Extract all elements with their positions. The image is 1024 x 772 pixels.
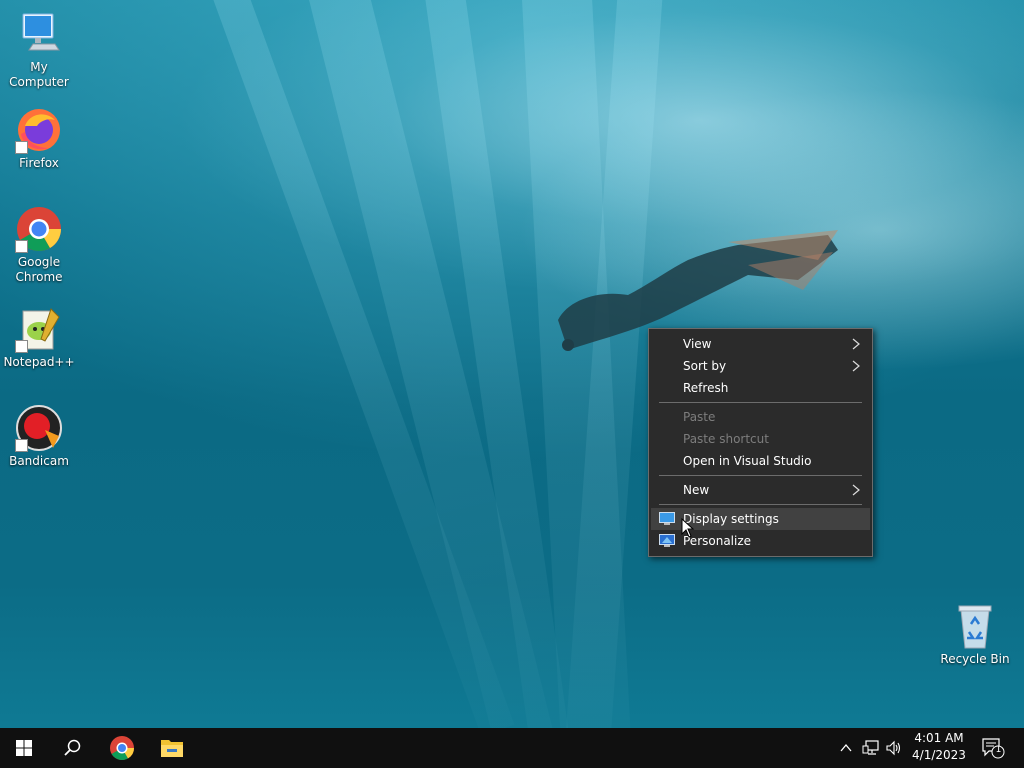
menu-item-sort-by[interactable]: Sort by bbox=[651, 355, 870, 377]
bandicam-icon bbox=[15, 404, 63, 452]
shortcut-arrow-icon bbox=[15, 141, 28, 154]
menu-item-new[interactable]: New bbox=[651, 479, 870, 501]
taskbar: 4:01 AM 4/1/2023 1 bbox=[0, 728, 1024, 768]
firefox-icon bbox=[15, 106, 63, 154]
start-button[interactable] bbox=[0, 728, 48, 768]
menu-item-paste: Paste bbox=[651, 406, 870, 428]
menu-item-open-in-visual-studio[interactable]: Open in Visual Studio bbox=[651, 450, 870, 472]
file-explorer-icon bbox=[161, 740, 183, 757]
mouse-cursor-icon bbox=[681, 518, 695, 538]
desktop-icon-my-computer[interactable]: My Computer bbox=[0, 10, 78, 90]
network-icon[interactable] bbox=[862, 739, 880, 757]
desktop-icon-bandicam[interactable]: Bandicam bbox=[0, 404, 78, 469]
chrome-icon bbox=[110, 736, 134, 761]
menu-separator bbox=[659, 475, 862, 476]
desktop-icon-label: My Computer bbox=[9, 60, 69, 89]
menu-item-label: Paste bbox=[683, 410, 716, 424]
desktop-icon-label: Recycle Bin bbox=[940, 652, 1010, 666]
menu-item-label: Paste shortcut bbox=[683, 432, 769, 446]
desktop-icon-notepadpp[interactable]: Notepad++ bbox=[0, 305, 78, 370]
desktop-icon-recycle-bin[interactable]: Recycle Bin bbox=[936, 602, 1014, 667]
notepadpp-icon bbox=[15, 305, 63, 353]
clock-date: 4/1/2023 bbox=[912, 748, 966, 762]
shortcut-arrow-icon bbox=[15, 240, 28, 253]
menu-item-label: View bbox=[683, 337, 712, 351]
menu-item-label: Display settings bbox=[683, 512, 779, 526]
shortcut-arrow-icon bbox=[15, 340, 28, 353]
menu-item-paste-shortcut: Paste shortcut bbox=[651, 428, 870, 450]
menu-item-refresh[interactable]: Refresh bbox=[651, 377, 870, 399]
personalize-icon bbox=[659, 534, 675, 547]
shortcut-arrow-icon bbox=[15, 439, 28, 452]
action-center-button[interactable]: 1 bbox=[980, 736, 1006, 760]
computer-icon bbox=[15, 10, 63, 58]
menu-item-label: New bbox=[683, 483, 710, 497]
menu-separator bbox=[659, 402, 862, 403]
start-icon bbox=[16, 740, 32, 756]
chrome-icon bbox=[15, 205, 63, 253]
clock[interactable]: 4:01 AM 4/1/2023 bbox=[908, 730, 970, 764]
chevron-right-icon bbox=[852, 360, 860, 372]
chevron-right-icon bbox=[852, 484, 860, 496]
chevron-right-icon bbox=[852, 338, 860, 350]
desktop-icon-label: Bandicam bbox=[9, 454, 69, 468]
desktop-icon-firefox[interactable]: Firefox bbox=[0, 106, 78, 171]
menu-separator bbox=[659, 504, 862, 505]
volume-icon[interactable] bbox=[885, 739, 903, 757]
desktop-background[interactable]: My Computer Firefox Google Chrome Notepa… bbox=[0, 0, 1024, 728]
taskbar-file-explorer-button[interactable] bbox=[148, 728, 196, 768]
display-icon bbox=[659, 512, 675, 525]
menu-item-view[interactable]: View bbox=[651, 333, 870, 355]
search-button[interactable] bbox=[48, 728, 96, 768]
recycle-bin-icon bbox=[951, 602, 999, 650]
search-icon bbox=[64, 739, 81, 756]
menu-item-label: Open in Visual Studio bbox=[683, 454, 812, 468]
menu-item-label: Refresh bbox=[683, 381, 729, 395]
desktop-icon-label: Notepad++ bbox=[3, 355, 75, 369]
notification-count-badge: 1 bbox=[995, 745, 1002, 755]
menu-item-label: Sort by bbox=[683, 359, 727, 373]
desktop-icon-google-chrome[interactable]: Google Chrome bbox=[0, 205, 78, 285]
chevron-up-icon[interactable] bbox=[838, 740, 854, 756]
desktop-icon-label: Google Chrome bbox=[15, 255, 63, 284]
clock-time: 4:01 AM bbox=[914, 731, 964, 745]
taskbar-chrome-button[interactable] bbox=[98, 728, 146, 768]
desktop-icon-label: Firefox bbox=[19, 156, 59, 170]
